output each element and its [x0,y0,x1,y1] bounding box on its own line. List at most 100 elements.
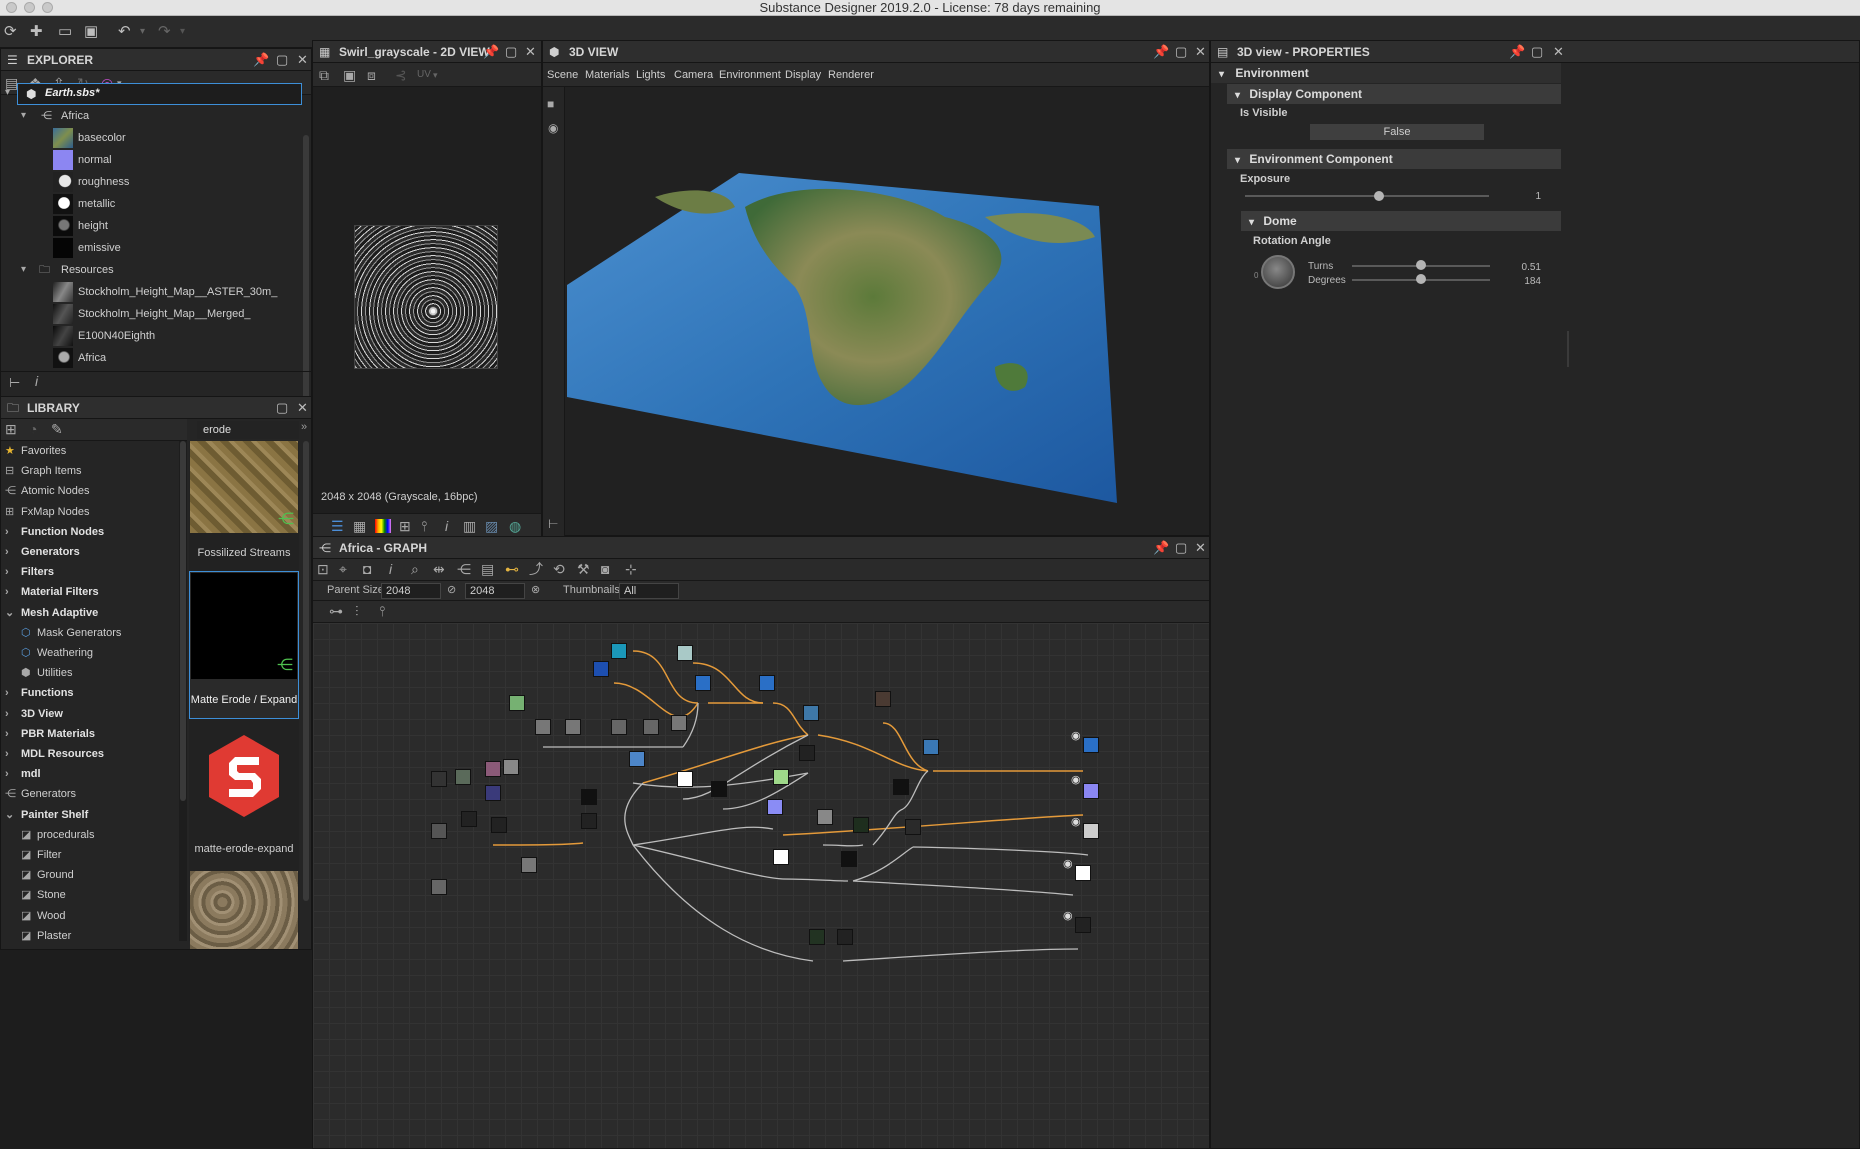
pin-icon[interactable]: 📌 [1509,41,1525,63]
new-file-icon[interactable]: ⟳ [4,16,17,48]
display-component-section[interactable]: ▾ Display Component [1227,84,1561,104]
resource-row[interactable]: Stockholm_Height_Map__ASTER_30m_ [1,281,301,303]
parent-size-y-combo[interactable]: 2048 [465,583,525,599]
float-icon[interactable]: ▢ [276,49,288,71]
add-folder-icon[interactable]: ⊞ [5,419,17,439]
graph-node[interactable] [671,715,687,731]
chevron-down-icon[interactable]: ▾ [21,105,26,127]
graph-node[interactable] [893,779,909,795]
library-item[interactable]: ⌄ Painter Shelf [1,805,179,825]
graph-row[interactable]: ▾ ⋲ Africa [1,105,301,127]
close-icon[interactable]: ✕ [525,41,536,63]
close-icon[interactable]: ✕ [297,397,308,419]
library-item[interactable]: ⬢ Utilities [1,663,179,683]
view2d-canvas[interactable]: 2048 x 2048 (Grayscale, 16bpc) [313,87,541,513]
graph-node[interactable] [485,761,501,777]
library-item[interactable]: ⋲ Generators [1,784,179,804]
crop-icon[interactable]: ⊹ [625,559,637,579]
output-node[interactable] [1083,737,1099,753]
graph-node[interactable] [565,719,581,735]
explorer-scrollbar[interactable] [303,135,309,405]
exposure-slider[interactable] [1245,195,1489,197]
graph-node[interactable] [535,719,551,735]
graph-node[interactable] [521,857,537,873]
environment-component-section[interactable]: ▾ Environment Component [1227,149,1561,169]
pin-icon[interactable]: 📌 [483,41,499,63]
graph-node[interactable] [491,817,507,833]
menu-camera[interactable]: Camera [674,63,713,87]
degrees-value[interactable]: 184 [1511,276,1541,287]
channels-icon[interactable] [375,519,391,533]
reset-size-icon[interactable]: ⊗ [531,583,540,596]
rotation-dial[interactable] [1261,255,1295,289]
info-icon[interactable]: i [445,514,448,538]
graph-node[interactable] [809,929,825,945]
graph-canvas[interactable]: ◉ ◉ ◉ ◉ ◉ [313,623,1209,1148]
close-icon[interactable]: ✕ [1195,41,1206,63]
library-item[interactable]: › Filters [1,562,179,582]
undo-dropdown-icon[interactable]: ▾ [140,16,145,48]
edit-icon[interactable]: ✎ [51,419,63,439]
library-item[interactable]: › PBR Materials [1,724,179,744]
chevron-down-icon[interactable]: ▾ [21,259,26,281]
histogram-icon[interactable]: ▥ [463,514,476,538]
color-picker-icon[interactable]: ◍ [509,514,521,538]
library-tree-scrollbar[interactable] [179,441,187,941]
graph-node[interactable] [837,929,853,945]
graph-node[interactable] [509,695,525,711]
close-window-button[interactable] [6,2,17,13]
ground-thumbnail[interactable] [190,871,298,949]
output-row[interactable]: height [1,215,301,237]
library-item[interactable]: › Function Nodes [1,522,179,542]
graph-node[interactable] [695,675,711,691]
graph-node[interactable] [503,759,519,775]
grid-icon[interactable]: ⊞ [399,514,411,538]
node-outputs-icon[interactable]: ⫯ [379,601,385,621]
chevron-down-icon[interactable]: ▾ [5,87,10,98]
library-item[interactable]: ◪ Stone [1,885,179,905]
output-row[interactable]: emissive [1,237,301,259]
pin-icon[interactable]: 📌 [253,49,269,71]
library-item[interactable]: ◪ Filter [1,845,179,865]
graph-node[interactable] [875,691,891,707]
output-row[interactable]: metallic [1,193,301,215]
output-node[interactable] [1083,823,1099,839]
float-icon[interactable]: ▢ [1531,41,1543,63]
layout-icon[interactable]: ⋲ [457,559,471,579]
environment-section[interactable]: ▾ Environment [1211,63,1561,83]
zoom-window-button[interactable] [42,2,53,13]
output-node[interactable] [1075,865,1091,881]
menu-materials[interactable]: Materials [585,63,630,87]
exposure-value[interactable]: 1 [1511,191,1541,202]
resource-row[interactable]: E100N40Eighth [1,325,301,347]
frame-selected-icon[interactable]: ⌖ [339,559,347,579]
layers-icon[interactable]: ☰ [331,514,344,538]
float-icon[interactable]: ▢ [276,397,288,419]
camera-icon[interactable]: ■ [547,97,554,111]
graph-node[interactable] [455,769,471,785]
fit-view-icon[interactable]: ⧉ [319,63,329,87]
minimize-window-button[interactable] [24,2,35,13]
graph-node[interactable] [923,739,939,755]
library-item[interactable]: ◪ Ground [1,865,179,885]
redo-icon[interactable]: ↷ [158,16,171,48]
graph-node[interactable] [905,819,921,835]
pin-icon[interactable]: 📌 [1153,537,1169,559]
library-item[interactable]: ⬡ Mask Generators [1,623,179,643]
library-item[interactable]: › Generators [1,542,179,562]
library-item[interactable]: › mdl [1,764,179,784]
link-size-icon[interactable]: ⊘ [447,583,456,596]
graph-node[interactable] [431,771,447,787]
light-icon[interactable]: ◉ [548,121,558,135]
results-scrollbar[interactable] [303,441,309,901]
thumbnails-combo[interactable]: All [619,583,679,599]
connect-icon[interactable]: ⤴ [529,559,543,579]
close-icon[interactable]: ✕ [297,49,308,71]
save-icon[interactable]: ▣ [84,16,98,48]
output-node[interactable] [1083,783,1099,799]
library-item[interactable]: ◪ Plaster [1,926,179,946]
tree-view-icon[interactable]: ⊢ [9,375,20,391]
node-params-icon[interactable]: ⫶ [355,601,359,621]
screenshot-icon[interactable]: ◘ [363,559,371,579]
menu-display[interactable]: Display [785,63,821,87]
